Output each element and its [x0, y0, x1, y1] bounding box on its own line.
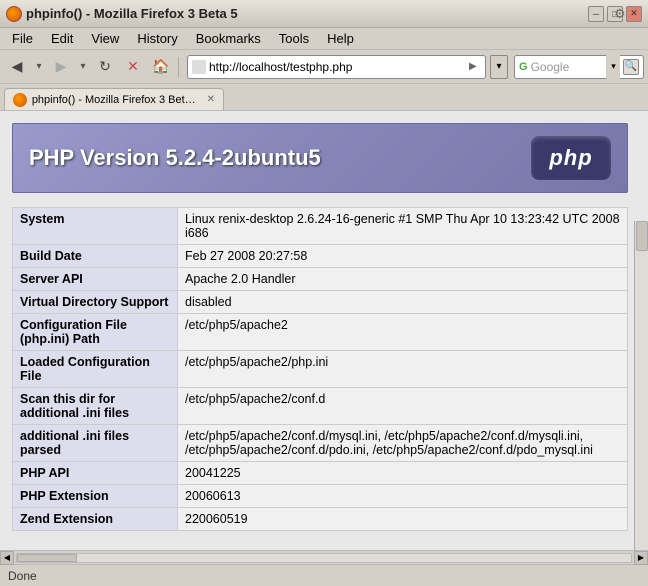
reload-button[interactable]: ↻	[92, 54, 118, 80]
menu-bookmarks[interactable]: Bookmarks	[188, 29, 269, 48]
table-key-cell: PHP Extension	[13, 485, 178, 508]
table-value-cell: Linux renix-desktop 2.6.24-16-generic #1…	[178, 208, 628, 245]
table-value-cell: /etc/php5/apache2	[178, 314, 628, 351]
tab-bar: phpinfo() - Mozilla Firefox 3 Beta 5 ✕	[0, 84, 648, 110]
table-row: Configuration File (php.ini) Path/etc/ph…	[13, 314, 628, 351]
content-area: ▲ ▼ PHP Version 5.2.4-2ubuntu5 php Syste…	[0, 110, 648, 550]
address-bar: http://localhost/testphp.php ▶ ▾	[187, 55, 508, 79]
menu-view[interactable]: View	[83, 29, 127, 48]
table-row: Virtual Directory Supportdisabled	[13, 291, 628, 314]
php-version-heading: PHP Version 5.2.4-2ubuntu5	[29, 145, 321, 171]
hscroll-right-arrow[interactable]: ▶	[634, 551, 648, 565]
table-key-cell: Virtual Directory Support	[13, 291, 178, 314]
table-value-cell: /etc/php5/apache2/conf.d	[178, 388, 628, 425]
table-value-cell: Apache 2.0 Handler	[178, 268, 628, 291]
menu-tools[interactable]: Tools	[271, 29, 317, 48]
toolbar-separator	[178, 57, 179, 77]
forward-button[interactable]: ▶	[48, 54, 74, 80]
table-value-cell: /etc/php5/apache2/php.ini	[178, 351, 628, 388]
home-button[interactable]: 🏠	[148, 54, 174, 80]
search-input[interactable]: Google	[531, 60, 603, 74]
table-row: Scan this dir for additional .ini files/…	[13, 388, 628, 425]
window-title: phpinfo() - Mozilla Firefox 3 Beta 5	[26, 6, 238, 21]
phpinfo-table: SystemLinux renix-desktop 2.6.24-16-gene…	[12, 207, 628, 531]
table-value-cell: /etc/php5/apache2/conf.d/mysql.ini, /etc…	[178, 425, 628, 462]
menu-file[interactable]: File	[4, 29, 41, 48]
address-favicon	[192, 60, 206, 74]
firefox-icon	[6, 6, 22, 22]
table-value-cell: 220060519	[178, 508, 628, 531]
table-row: Build DateFeb 27 2008 20:27:58	[13, 245, 628, 268]
table-row: Server APIApache 2.0 Handler	[13, 268, 628, 291]
tab-favicon	[13, 93, 27, 107]
hscroll-track	[16, 553, 632, 563]
address-go-icon: ▶	[469, 61, 481, 72]
table-key-cell: Build Date	[13, 245, 178, 268]
menu-bar: File Edit View History Bookmarks Tools H…	[0, 28, 648, 50]
scrollbar-rail[interactable]: ▲ ▼	[634, 221, 648, 550]
title-bar: phpinfo() - Mozilla Firefox 3 Beta 5 ⚙ ─…	[0, 0, 648, 28]
content-inner: PHP Version 5.2.4-2ubuntu5 php SystemLin…	[0, 111, 648, 550]
table-key-cell: additional .ini files parsed	[13, 425, 178, 462]
table-key-cell: System	[13, 208, 178, 245]
search-engine-icon: G	[519, 61, 528, 73]
search-bar[interactable]: G Google ▾ 🔍	[514, 55, 644, 79]
php-logo: php	[531, 136, 611, 180]
table-value-cell: 20041225	[178, 462, 628, 485]
forward-dropdown[interactable]: ▾	[76, 54, 90, 80]
table-value-cell: disabled	[178, 291, 628, 314]
search-button[interactable]: 🔍	[623, 59, 639, 75]
menu-help[interactable]: Help	[319, 29, 362, 48]
active-tab[interactable]: phpinfo() - Mozilla Firefox 3 Beta 5 ✕	[4, 88, 224, 110]
table-key-cell: Configuration File (php.ini) Path	[13, 314, 178, 351]
status-bar: Done	[0, 564, 648, 586]
scrollbar-thumb[interactable]	[636, 221, 648, 251]
address-input-wrapper[interactable]: http://localhost/testphp.php ▶	[187, 55, 486, 79]
table-key-cell: PHP API	[13, 462, 178, 485]
toolbar: ◀ ▾ ▶ ▾ ↻ ✕ 🏠 http://localhost/testphp.p…	[0, 50, 648, 84]
horizontal-scrollbar[interactable]: ◀ ▶	[0, 550, 648, 564]
minimize-button[interactable]: ─	[588, 6, 604, 22]
hscroll-thumb[interactable]	[17, 554, 77, 562]
gear-icon: ⚙	[614, 6, 630, 22]
address-input[interactable]: http://localhost/testphp.php	[209, 60, 466, 74]
tab-close-icon[interactable]: ✕	[207, 94, 215, 105]
table-key-cell: Scan this dir for additional .ini files	[13, 388, 178, 425]
table-row: SystemLinux renix-desktop 2.6.24-16-gene…	[13, 208, 628, 245]
hscroll-left-arrow[interactable]: ◀	[0, 551, 14, 565]
stop-button[interactable]: ✕	[120, 54, 146, 80]
title-bar-left: phpinfo() - Mozilla Firefox 3 Beta 5	[6, 6, 238, 22]
status-text: Done	[8, 569, 37, 583]
table-row: Zend Extension220060519	[13, 508, 628, 531]
menu-edit[interactable]: Edit	[43, 29, 81, 48]
menu-history[interactable]: History	[129, 29, 185, 48]
table-value-cell: 20060613	[178, 485, 628, 508]
table-row: PHP API20041225	[13, 462, 628, 485]
table-row: Loaded Configuration File/etc/php5/apach…	[13, 351, 628, 388]
search-engine-dropdown[interactable]: ▾	[606, 55, 620, 79]
table-value-cell: Feb 27 2008 20:27:58	[178, 245, 628, 268]
back-button[interactable]: ◀	[4, 54, 30, 80]
tab-label: phpinfo() - Mozilla Firefox 3 Beta 5	[32, 94, 198, 106]
table-key-cell: Loaded Configuration File	[13, 351, 178, 388]
back-dropdown[interactable]: ▾	[32, 54, 46, 80]
table-row: additional .ini files parsed/etc/php5/ap…	[13, 425, 628, 462]
address-dropdown[interactable]: ▾	[490, 55, 508, 79]
table-row: PHP Extension20060613	[13, 485, 628, 508]
table-key-cell: Server API	[13, 268, 178, 291]
php-banner: PHP Version 5.2.4-2ubuntu5 php	[12, 123, 628, 193]
table-key-cell: Zend Extension	[13, 508, 178, 531]
